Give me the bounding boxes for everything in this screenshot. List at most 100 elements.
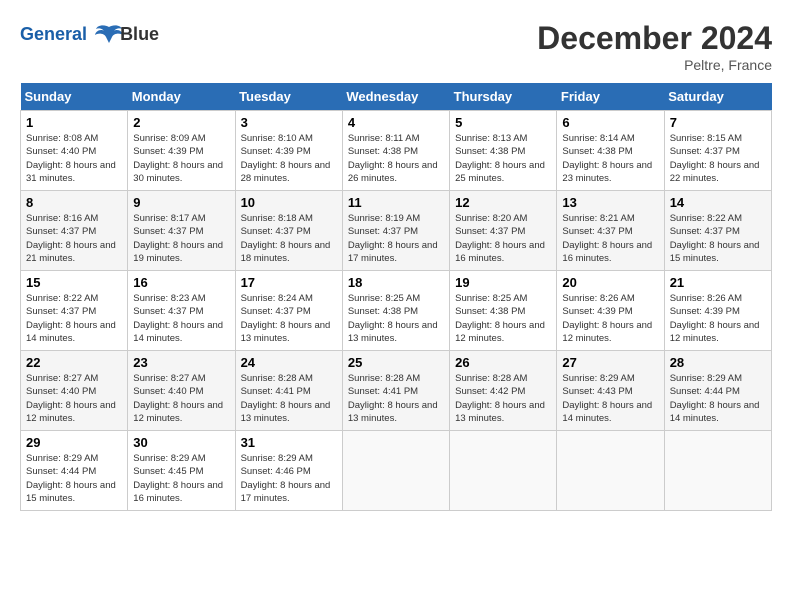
calendar-cell: 6 Sunrise: 8:14 AMSunset: 4:38 PMDayligh… xyxy=(557,111,664,191)
col-header-monday: Monday xyxy=(128,83,235,111)
day-number: 13 xyxy=(562,195,658,210)
day-number: 16 xyxy=(133,275,229,290)
calendar-cell: 1 Sunrise: 8:08 AMSunset: 4:40 PMDayligh… xyxy=(21,111,128,191)
calendar-cell: 2 Sunrise: 8:09 AMSunset: 4:39 PMDayligh… xyxy=(128,111,235,191)
calendar-week-2: 8 Sunrise: 8:16 AMSunset: 4:37 PMDayligh… xyxy=(21,191,772,271)
day-info: Sunrise: 8:21 AMSunset: 4:37 PMDaylight:… xyxy=(562,213,652,264)
day-info: Sunrise: 8:29 AMSunset: 4:46 PMDaylight:… xyxy=(241,453,331,504)
day-number: 5 xyxy=(455,115,551,130)
day-number: 21 xyxy=(670,275,766,290)
day-info: Sunrise: 8:08 AMSunset: 4:40 PMDaylight:… xyxy=(26,133,116,184)
day-number: 3 xyxy=(241,115,337,130)
calendar-cell xyxy=(664,431,771,511)
calendar-cell: 18 Sunrise: 8:25 AMSunset: 4:38 PMDaylig… xyxy=(342,271,449,351)
day-info: Sunrise: 8:15 AMSunset: 4:37 PMDaylight:… xyxy=(670,133,760,184)
day-number: 10 xyxy=(241,195,337,210)
day-info: Sunrise: 8:14 AMSunset: 4:38 PMDaylight:… xyxy=(562,133,652,184)
day-number: 20 xyxy=(562,275,658,290)
col-header-sunday: Sunday xyxy=(21,83,128,111)
day-number: 12 xyxy=(455,195,551,210)
day-number: 8 xyxy=(26,195,122,210)
calendar-cell: 11 Sunrise: 8:19 AMSunset: 4:37 PMDaylig… xyxy=(342,191,449,271)
day-number: 30 xyxy=(133,435,229,450)
calendar-cell: 3 Sunrise: 8:10 AMSunset: 4:39 PMDayligh… xyxy=(235,111,342,191)
calendar-cell: 28 Sunrise: 8:29 AMSunset: 4:44 PMDaylig… xyxy=(664,351,771,431)
day-number: 22 xyxy=(26,355,122,370)
day-info: Sunrise: 8:18 AMSunset: 4:37 PMDaylight:… xyxy=(241,213,331,264)
day-number: 24 xyxy=(241,355,337,370)
calendar-cell: 21 Sunrise: 8:26 AMSunset: 4:39 PMDaylig… xyxy=(664,271,771,351)
calendar-cell xyxy=(342,431,449,511)
day-number: 11 xyxy=(348,195,444,210)
day-number: 18 xyxy=(348,275,444,290)
calendar-cell: 4 Sunrise: 8:11 AMSunset: 4:38 PMDayligh… xyxy=(342,111,449,191)
day-info: Sunrise: 8:23 AMSunset: 4:37 PMDaylight:… xyxy=(133,293,223,344)
location: Peltre, France xyxy=(537,57,772,73)
day-info: Sunrise: 8:29 AMSunset: 4:44 PMDaylight:… xyxy=(670,373,760,424)
day-number: 29 xyxy=(26,435,122,450)
day-number: 7 xyxy=(670,115,766,130)
day-info: Sunrise: 8:24 AMSunset: 4:37 PMDaylight:… xyxy=(241,293,331,344)
calendar-cell: 10 Sunrise: 8:18 AMSunset: 4:37 PMDaylig… xyxy=(235,191,342,271)
calendar-table: SundayMondayTuesdayWednesdayThursdayFrid… xyxy=(20,83,772,511)
col-header-friday: Friday xyxy=(557,83,664,111)
calendar-cell: 13 Sunrise: 8:21 AMSunset: 4:37 PMDaylig… xyxy=(557,191,664,271)
calendar-cell: 27 Sunrise: 8:29 AMSunset: 4:43 PMDaylig… xyxy=(557,351,664,431)
day-info: Sunrise: 8:27 AMSunset: 4:40 PMDaylight:… xyxy=(26,373,116,424)
day-number: 23 xyxy=(133,355,229,370)
calendar-week-3: 15 Sunrise: 8:22 AMSunset: 4:37 PMDaylig… xyxy=(21,271,772,351)
title-block: December 2024 Peltre, France xyxy=(537,20,772,73)
day-number: 17 xyxy=(241,275,337,290)
day-info: Sunrise: 8:13 AMSunset: 4:38 PMDaylight:… xyxy=(455,133,545,184)
calendar-cell xyxy=(450,431,557,511)
calendar-cell: 16 Sunrise: 8:23 AMSunset: 4:37 PMDaylig… xyxy=(128,271,235,351)
calendar-cell: 30 Sunrise: 8:29 AMSunset: 4:45 PMDaylig… xyxy=(128,431,235,511)
day-number: 31 xyxy=(241,435,337,450)
day-number: 4 xyxy=(348,115,444,130)
day-number: 1 xyxy=(26,115,122,130)
calendar-cell: 9 Sunrise: 8:17 AMSunset: 4:37 PMDayligh… xyxy=(128,191,235,271)
calendar-cell: 15 Sunrise: 8:22 AMSunset: 4:37 PMDaylig… xyxy=(21,271,128,351)
day-info: Sunrise: 8:09 AMSunset: 4:39 PMDaylight:… xyxy=(133,133,223,184)
calendar-week-4: 22 Sunrise: 8:27 AMSunset: 4:40 PMDaylig… xyxy=(21,351,772,431)
day-info: Sunrise: 8:22 AMSunset: 4:37 PMDaylight:… xyxy=(26,293,116,344)
calendar-cell xyxy=(557,431,664,511)
day-info: Sunrise: 8:28 AMSunset: 4:41 PMDaylight:… xyxy=(241,373,331,424)
calendar-cell: 14 Sunrise: 8:22 AMSunset: 4:37 PMDaylig… xyxy=(664,191,771,271)
day-info: Sunrise: 8:25 AMSunset: 4:38 PMDaylight:… xyxy=(348,293,438,344)
day-number: 28 xyxy=(670,355,766,370)
calendar-cell: 23 Sunrise: 8:27 AMSunset: 4:40 PMDaylig… xyxy=(128,351,235,431)
calendar-cell: 20 Sunrise: 8:26 AMSunset: 4:39 PMDaylig… xyxy=(557,271,664,351)
calendar-cell: 8 Sunrise: 8:16 AMSunset: 4:37 PMDayligh… xyxy=(21,191,128,271)
calendar-cell: 22 Sunrise: 8:27 AMSunset: 4:40 PMDaylig… xyxy=(21,351,128,431)
day-info: Sunrise: 8:17 AMSunset: 4:37 PMDaylight:… xyxy=(133,213,223,264)
page-header: General Blue December 2024 Peltre, Franc… xyxy=(20,20,772,73)
calendar-cell: 29 Sunrise: 8:29 AMSunset: 4:44 PMDaylig… xyxy=(21,431,128,511)
col-header-saturday: Saturday xyxy=(664,83,771,111)
calendar-cell: 5 Sunrise: 8:13 AMSunset: 4:38 PMDayligh… xyxy=(450,111,557,191)
calendar-header-row: SundayMondayTuesdayWednesdayThursdayFrid… xyxy=(21,83,772,111)
day-number: 25 xyxy=(348,355,444,370)
col-header-tuesday: Tuesday xyxy=(235,83,342,111)
day-number: 26 xyxy=(455,355,551,370)
day-info: Sunrise: 8:19 AMSunset: 4:37 PMDaylight:… xyxy=(348,213,438,264)
day-info: Sunrise: 8:22 AMSunset: 4:37 PMDaylight:… xyxy=(670,213,760,264)
logo-text-line2: Blue xyxy=(120,24,159,44)
day-info: Sunrise: 8:29 AMSunset: 4:45 PMDaylight:… xyxy=(133,453,223,504)
calendar-cell: 7 Sunrise: 8:15 AMSunset: 4:37 PMDayligh… xyxy=(664,111,771,191)
day-number: 2 xyxy=(133,115,229,130)
day-info: Sunrise: 8:29 AMSunset: 4:44 PMDaylight:… xyxy=(26,453,116,504)
day-info: Sunrise: 8:11 AMSunset: 4:38 PMDaylight:… xyxy=(348,133,438,184)
day-number: 27 xyxy=(562,355,658,370)
day-info: Sunrise: 8:28 AMSunset: 4:41 PMDaylight:… xyxy=(348,373,438,424)
day-info: Sunrise: 8:16 AMSunset: 4:37 PMDaylight:… xyxy=(26,213,116,264)
day-number: 6 xyxy=(562,115,658,130)
calendar-cell: 17 Sunrise: 8:24 AMSunset: 4:37 PMDaylig… xyxy=(235,271,342,351)
calendar-week-1: 1 Sunrise: 8:08 AMSunset: 4:40 PMDayligh… xyxy=(21,111,772,191)
day-info: Sunrise: 8:25 AMSunset: 4:38 PMDaylight:… xyxy=(455,293,545,344)
col-header-wednesday: Wednesday xyxy=(342,83,449,111)
calendar-cell: 12 Sunrise: 8:20 AMSunset: 4:37 PMDaylig… xyxy=(450,191,557,271)
calendar-cell: 31 Sunrise: 8:29 AMSunset: 4:46 PMDaylig… xyxy=(235,431,342,511)
logo-text-line1: General xyxy=(20,24,87,44)
logo: General Blue xyxy=(20,20,159,50)
